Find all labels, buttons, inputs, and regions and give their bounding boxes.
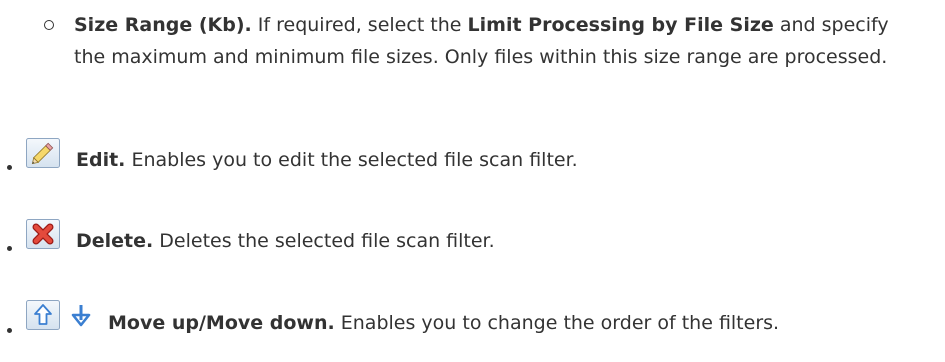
arrow-up-icon bbox=[26, 300, 60, 330]
delete-title: Delete. bbox=[76, 230, 154, 252]
arrow-down-icon bbox=[70, 300, 92, 330]
list-item-move: Move up/Move down. Enables you to change… bbox=[0, 300, 945, 343]
list-item-edit: Edit. Enables you to edit the selected f… bbox=[0, 138, 945, 180]
delete-text: Deletes the selected file scan filter. bbox=[153, 230, 495, 252]
edit-text: Enables you to edit the selected file sc… bbox=[125, 149, 578, 171]
bullet bbox=[7, 328, 12, 333]
move-description: Move up/Move down. Enables you to change… bbox=[108, 307, 779, 339]
pencil-edit-icon bbox=[26, 138, 60, 168]
limit-processing-label: Limit Processing by File Size bbox=[467, 14, 774, 36]
delete-description: Delete. Deletes the selected file scan f… bbox=[76, 225, 495, 257]
document-body: Size Range (Kb). If required, select the… bbox=[0, 0, 945, 362]
red-x-delete-icon bbox=[26, 219, 60, 249]
list-item-delete: Delete. Deletes the selected file scan f… bbox=[0, 219, 945, 261]
size-range-title: Size Range (Kb). bbox=[74, 14, 252, 36]
move-title: Move up/Move down. bbox=[108, 312, 335, 334]
bullet bbox=[7, 246, 12, 251]
size-range-paragraph: Size Range (Kb). If required, select the… bbox=[74, 9, 924, 73]
move-text: Enables you to change the order of the f… bbox=[334, 312, 780, 334]
bullet bbox=[7, 165, 12, 170]
hollow-circle-bullet bbox=[44, 20, 54, 30]
edit-title: Edit. bbox=[76, 149, 126, 171]
edit-description: Edit. Enables you to edit the selected f… bbox=[76, 144, 578, 176]
size-range-text-a: If required, select the bbox=[251, 14, 468, 36]
